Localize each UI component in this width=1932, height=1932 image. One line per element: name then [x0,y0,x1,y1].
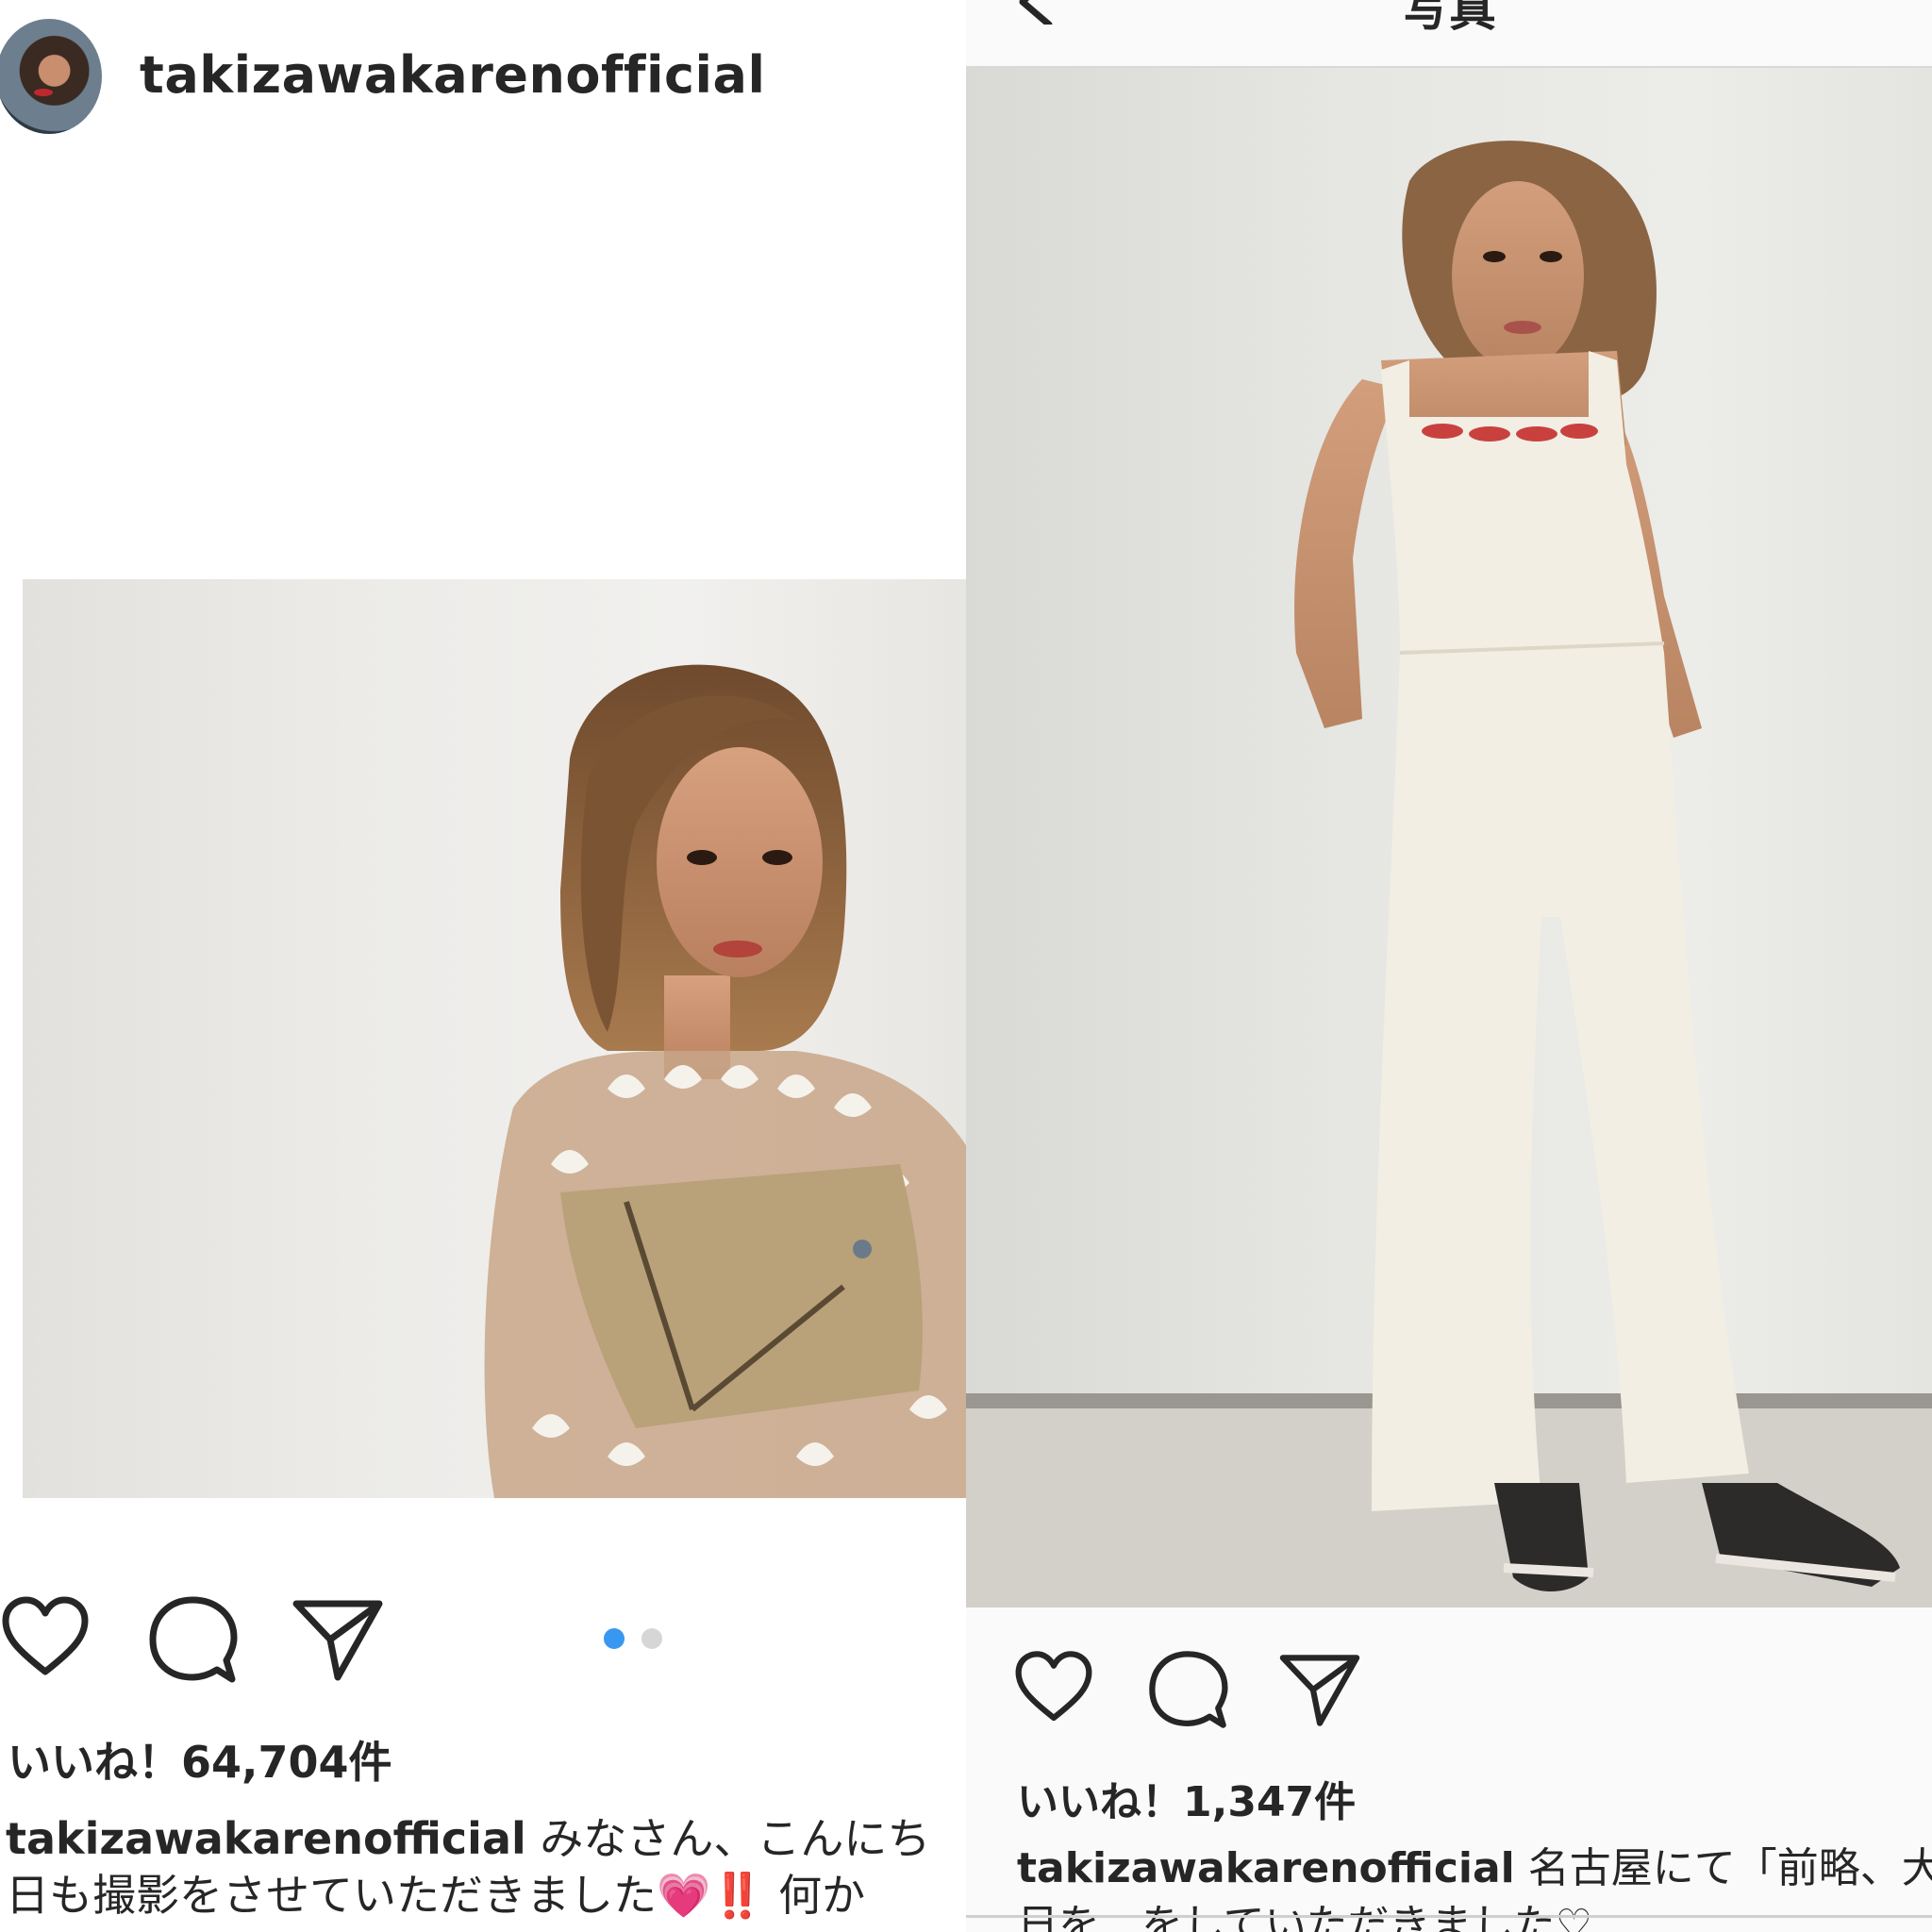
caption-line-1: takizawakarenofficial 名古屋にて「前略、大 [1017,1840,1932,1898]
carousel-dot-active[interactable] [604,1628,625,1649]
full-body-photo [966,141,1932,1607]
post-photo[interactable] [23,579,966,1498]
comment-icon[interactable] [147,1594,238,1685]
heart-icon[interactable] [0,1594,91,1679]
heart-icon[interactable] [1013,1649,1094,1724]
screen-header: 写真 [966,0,1932,68]
caption-username[interactable]: takizawakarenofficial [1017,1844,1515,1892]
caption-line-1: takizawakarenofficial みなさん、こんにち [6,1809,930,1868]
caption-username[interactable]: takizawakarenofficial [6,1813,526,1864]
likes-count[interactable]: いいね！1,347件 [1017,1768,1356,1828]
divider [966,1915,1932,1918]
likes-count[interactable]: いいね！64,704件 [8,1728,392,1790]
screen-title: 写真 [1402,0,1496,37]
post-header: takizawakarenofficial [0,0,966,177]
post-photo[interactable] [966,68,1932,1607]
comment-icon[interactable] [1147,1649,1228,1730]
caption-text: みなさん、こんにち [525,1813,931,1864]
share-icon[interactable] [1277,1653,1362,1728]
share-icon[interactable] [291,1598,385,1683]
post-photo-area [0,175,966,1572]
portrait-photo [484,664,966,1498]
caption-line-2: 日も撮影をさせていただきました💗‼️ 何か [6,1870,866,1921]
carousel-dot[interactable] [641,1628,662,1649]
caption-text: 名古屋にて「前略、大 [1514,1844,1932,1892]
carousel-indicator[interactable] [604,1628,679,1649]
right-instagram-post: 写真 いいね！1,347件 takizawakarenofficial 名古屋に… [966,0,1932,1932]
caption-line-2: 日を…をしていただきました♡ [1017,1901,1593,1932]
left-instagram-post: takizawakarenofficial いいね！64,704件 takiza… [0,0,966,1932]
avatar[interactable] [0,19,102,134]
post-username[interactable]: takizawakarenofficial [140,45,765,105]
